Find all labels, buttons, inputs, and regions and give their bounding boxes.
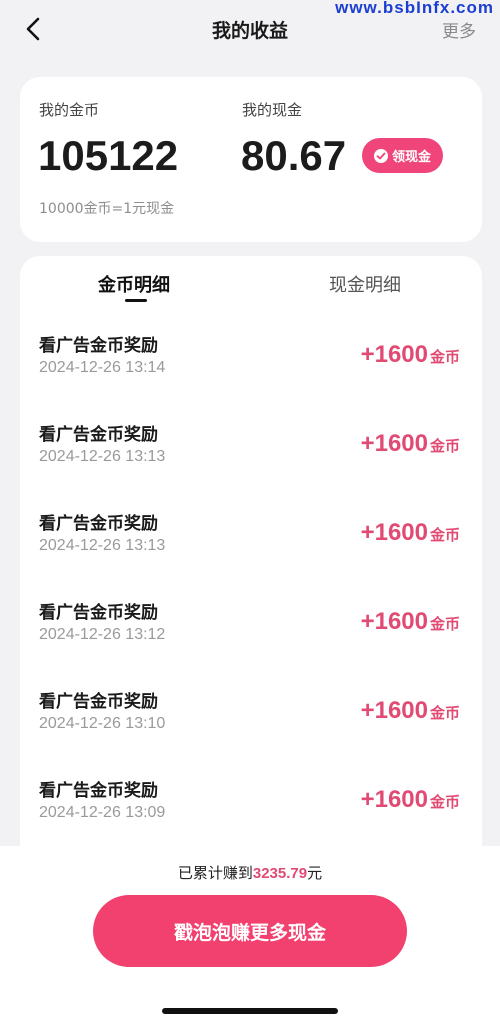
cash-value: 80.67 [241,132,347,179]
amount-unit: 金币 [429,526,460,544]
amount-value: +1600 [360,430,428,457]
record-time: 2024-12-26 13:09 [39,804,166,821]
total-earned-text: 已累计赚到3235.79元 [0,862,500,883]
record-title: 看广告金币奖励 [39,603,158,623]
amount-value: +1600 [360,608,428,635]
nav-bar: 我的收益 更多 [0,0,500,60]
record-amount: +1600 金币 [361,519,460,547]
amount-value: +1600 [360,519,428,546]
amount-value: +1600 [360,341,428,368]
record-amount: +1600 金币 [361,608,460,636]
home-indicator[interactable] [162,1008,338,1014]
exchange-rate-text: 10000金币=1元现金 [39,201,175,217]
bottom-bar: 已累计赚到3235.79元 戳泡泡赚更多现金 [0,846,500,1025]
details-card: 金币明细 现金明细 看广告金币奖励 2024-12-26 13:14 +1600… [20,256,482,856]
claim-cash-button[interactable]: 领现金 [362,138,443,173]
record-time: 2024-12-26 13:13 [39,537,166,554]
cash-label: 我的现金 [242,101,303,119]
amount-value: +1600 [360,786,428,813]
record-title: 看广告金币奖励 [39,425,158,445]
amount-unit: 金币 [429,348,460,366]
list-item: 看广告金币奖励 2024-12-26 13:12 +1600 金币 [20,598,482,687]
list-item: 看广告金币奖励 2024-12-26 13:13 +1600 金币 [20,509,482,598]
more-button[interactable]: 更多 [442,17,476,42]
check-icon [373,148,388,163]
earn-more-cash-button[interactable]: 戳泡泡赚更多现金 [93,895,407,967]
record-amount: +1600 金币 [361,430,460,458]
page-title: 我的收益 [211,20,288,42]
list-item: 看广告金币奖励 2024-12-26 13:09 +1600 金币 [20,776,482,856]
record-title: 看广告金币奖励 [39,781,158,801]
amount-unit: 金币 [429,437,460,455]
tab-cash-details[interactable]: 现金明细 [329,271,401,297]
list-item: 看广告金币奖励 2024-12-26 13:14 +1600 金币 [20,331,482,420]
earnings-summary-card: 我的金币 105122 我的现金 80.67 领现金 10000金币=1元现金 [20,77,482,242]
record-title: 看广告金币奖励 [39,336,158,356]
record-time: 2024-12-26 13:13 [39,448,166,465]
record-amount: +1600 金币 [361,341,460,369]
record-amount: +1600 金币 [361,697,460,725]
record-time: 2024-12-26 13:10 [39,715,166,732]
amount-value: +1600 [360,697,428,724]
total-suffix: 元 [307,864,323,882]
record-amount: +1600 金币 [361,786,460,814]
total-prefix: 已累计赚到 [177,864,253,882]
record-title: 看广告金币奖励 [39,514,158,534]
record-time: 2024-12-26 13:14 [39,359,166,376]
amount-unit: 金币 [429,615,460,633]
coins-label: 我的金币 [39,101,100,119]
record-title: 看广告金币奖励 [39,692,158,712]
active-tab-indicator [125,299,147,302]
claim-cash-label: 领现金 [391,150,431,165]
coins-value: 105122 [38,132,179,179]
total-earned-value: 3235.79 [252,865,308,882]
amount-unit: 金币 [429,793,460,811]
list-item: 看广告金币奖励 2024-12-26 13:10 +1600 金币 [20,687,482,776]
list-item: 看广告金币奖励 2024-12-26 13:13 +1600 金币 [20,420,482,509]
tab-coin-details[interactable]: 金币明细 [98,271,170,297]
record-time: 2024-12-26 13:12 [39,626,166,643]
amount-unit: 金币 [429,704,460,722]
